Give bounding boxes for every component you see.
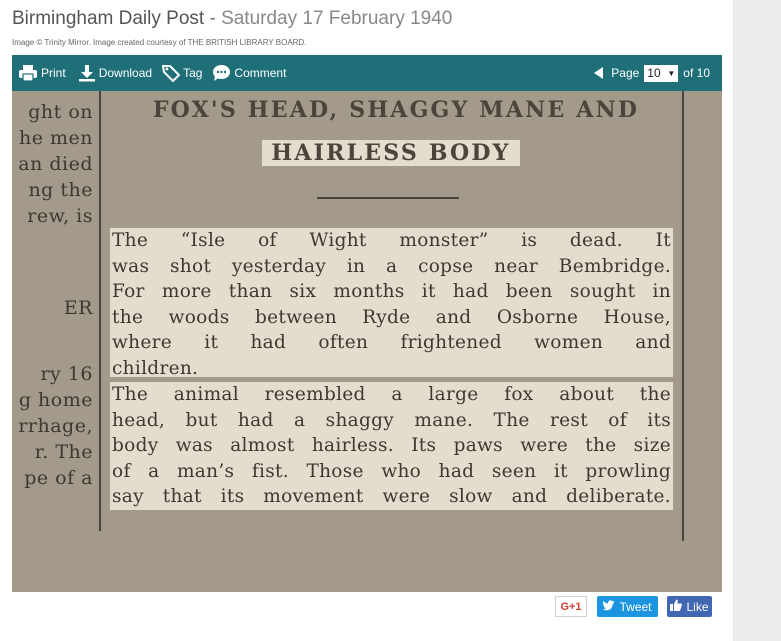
adjacent-column-line: he men — [18, 127, 93, 149]
comment-icon — [212, 64, 231, 82]
article-paragraph-1: The “Isle of Wight monster” is dead. It … — [110, 228, 673, 379]
comment-button[interactable]: Comment — [212, 64, 286, 82]
tag-button[interactable]: Tag — [162, 64, 202, 82]
comment-label: Comment — [234, 66, 287, 80]
adjacent-column-line: ER — [63, 297, 93, 319]
twitter-bird-icon — [603, 599, 615, 614]
paragraph-line: The animal resembled a large fox about t… — [112, 384, 671, 405]
tweet-label: Tweet — [619, 599, 652, 614]
google-plus-button[interactable]: G+1 — [555, 596, 587, 617]
viewer-toolbar: Print Download Tag Comment Page 10 ▼ of … — [12, 55, 722, 91]
thumbs-up-icon — [670, 599, 683, 614]
paragraph-line: the woods between Ryde and Osborne House… — [112, 306, 671, 328]
print-button[interactable]: Print — [18, 64, 66, 82]
page-select-value: 10 — [647, 66, 661, 80]
download-label: Download — [98, 66, 153, 80]
paragraph-line: For more than six months it had been sou… — [112, 281, 671, 303]
column-divider — [682, 91, 684, 541]
google-plus-label: G+1 — [560, 600, 582, 613]
article-subheadline: HAIRLESS BODY — [262, 140, 520, 166]
adjacent-column-line: rew, is — [27, 205, 93, 227]
chevron-down-icon: ▼ — [667, 68, 676, 78]
adjacent-column-text: ght on he men an died ng the rew, is ER ry 16 g… — [12, 91, 94, 592]
page-select[interactable]: 10 ▼ — [644, 64, 679, 82]
image-credit: Image © Trinity Mirror. Image created co… — [12, 38, 307, 47]
paragraph-line: of a man’s fist. Those who had seen it p… — [112, 460, 671, 482]
page-label: Page — [611, 66, 640, 80]
paragraph-line: body was almost hairless. Its paws were … — [112, 435, 671, 457]
page-total: of 10 — [683, 66, 710, 80]
adjacent-column-line: ry 16 — [40, 363, 93, 385]
paragraph-line: The “Isle of Wight monster” is dead. It — [112, 230, 671, 251]
paragraph-line: children. — [112, 357, 199, 379]
tag-icon — [162, 64, 181, 82]
adjacent-column-line: an died — [18, 153, 93, 175]
facebook-like-button[interactable]: Like — [667, 596, 712, 617]
download-icon — [78, 64, 96, 82]
article-paragraph-2: The animal resembled a large fox about t… — [110, 382, 673, 510]
printer-icon — [18, 64, 38, 82]
publication-name: Birmingham Daily Post — [12, 8, 205, 29]
article-headline: FOX'S HEAD, SHAGGY MANE AND — [152, 97, 640, 123]
headline-rule — [317, 197, 459, 199]
title-separator: - — [204, 8, 222, 29]
adjacent-column-line: pe of a — [24, 467, 93, 489]
right-gutter — [733, 0, 781, 641]
like-label: Like — [686, 599, 709, 614]
page-navigation: Page 10 ▼ of 10 — [594, 55, 710, 91]
adjacent-column-line: ght on — [28, 101, 93, 123]
previous-page-icon[interactable] — [594, 67, 604, 79]
tag-label: Tag — [183, 66, 203, 80]
paragraph-line: was shot yesterday in a copse near Bembr… — [112, 255, 671, 277]
column-divider — [99, 91, 101, 531]
paragraph-line: say that its movement were slow and deli… — [112, 486, 671, 508]
adjacent-column-line: r. The — [34, 441, 93, 463]
print-label: Print — [41, 66, 66, 80]
paragraph-line: where it had often frightened women and — [112, 332, 671, 354]
adjacent-column-line: rrhage, — [18, 415, 93, 437]
publication-date: Saturday 17 February 1940 — [221, 8, 453, 29]
tweet-button[interactable]: Tweet — [597, 596, 658, 617]
adjacent-column-line: ng the — [28, 179, 93, 201]
paragraph-line: head, but had a shaggy mane. The rest of… — [112, 409, 671, 431]
page-title: Birmingham Daily Post - Saturday 17 Febr… — [12, 8, 452, 30]
adjacent-column-line: g home — [18, 389, 93, 411]
newspaper-scan-viewer[interactable]: ght on he men an died ng the rew, is ER ry 16 g… — [12, 91, 722, 592]
download-button[interactable]: Download — [78, 64, 152, 82]
